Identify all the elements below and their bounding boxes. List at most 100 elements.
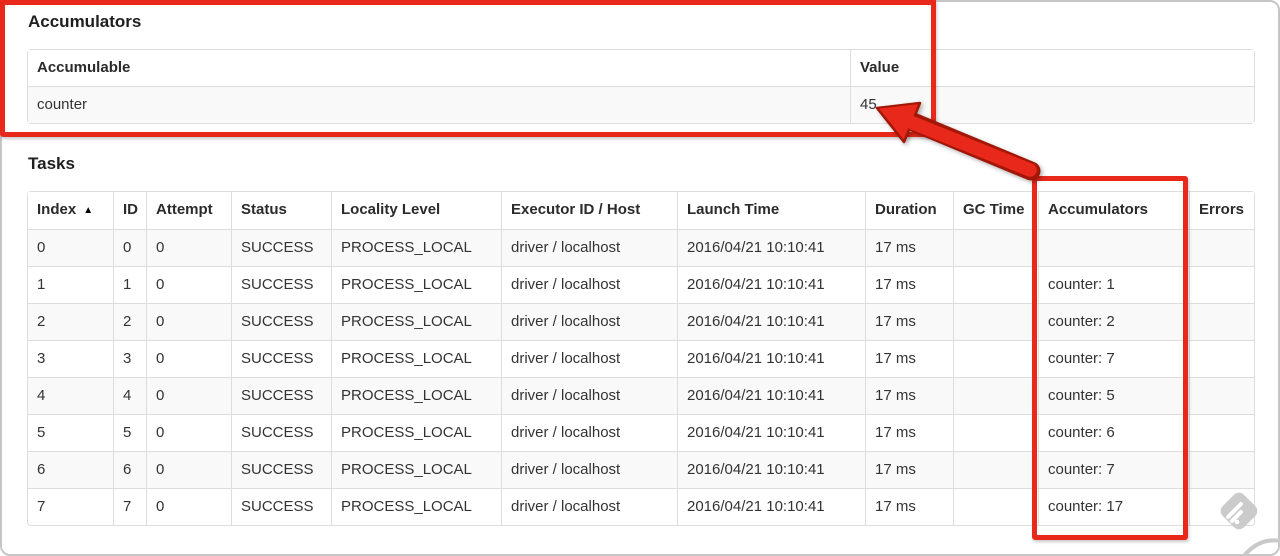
cell-attempt: 0 [146, 414, 231, 451]
cell-accumulators: counter: 7 [1038, 340, 1189, 377]
cell-errors [1189, 377, 1254, 414]
cell-duration: 17 ms [865, 377, 953, 414]
cell-duration: 17 ms [865, 340, 953, 377]
column-header-duration[interactable]: Duration [865, 192, 953, 229]
cell-status: SUCCESS [231, 451, 331, 488]
cell-attempt: 0 [146, 340, 231, 377]
cell-launch-time: 2016/04/21 10:10:41 [677, 414, 865, 451]
column-header-locality-level[interactable]: Locality Level [331, 192, 501, 229]
cell-attempt: 0 [146, 303, 231, 340]
cell-executor-id-host: driver / localhost [501, 488, 677, 525]
cell-id: 3 [113, 340, 146, 377]
cell-errors [1189, 414, 1254, 451]
spark-ui-stage-page: Accumulators Accumulable Value counter 45 … [0, 0, 1280, 556]
column-header-executor-id-host[interactable]: Executor ID / Host [501, 192, 677, 229]
cell-status: SUCCESS [231, 377, 331, 414]
column-header-errors[interactable]: Errors [1189, 192, 1254, 229]
column-header-status[interactable]: Status [231, 192, 331, 229]
cell-gc-time [953, 488, 1038, 525]
cell-gc-time [953, 266, 1038, 303]
cell-executor-id-host: driver / localhost [501, 340, 677, 377]
cell-executor-id-host: driver / localhost [501, 303, 677, 340]
table-row: 3 3 0 SUCCESS PROCESS_LOCAL driver / localhos… [28, 340, 1254, 377]
cell-locality-level: PROCESS_LOCAL [331, 414, 501, 451]
cell-launch-time: 2016/04/21 10:10:41 [677, 488, 865, 525]
cell-locality-level: PROCESS_LOCAL [331, 303, 501, 340]
cell-id: 0 [113, 229, 146, 266]
cell-gc-time [953, 377, 1038, 414]
cell-duration: 17 ms [865, 488, 953, 525]
column-header-accumulators[interactable]: Accumulators [1038, 192, 1189, 229]
column-header-launch-time[interactable]: Launch Time [677, 192, 865, 229]
sort-ascending-icon: ▲ [83, 205, 94, 216]
table-row: 2 2 0 SUCCESS PROCESS_LOCAL driver / localhos… [28, 303, 1254, 340]
cell-status: SUCCESS [231, 229, 331, 266]
cell-index: 0 [28, 229, 113, 266]
tasks-section-title: Tasks [28, 154, 75, 173]
cell-index: 6 [28, 451, 113, 488]
cell-status: SUCCESS [231, 266, 331, 303]
column-header-id[interactable]: ID [113, 192, 146, 229]
cell-attempt: 0 [146, 377, 231, 414]
cell-attempt: 0 [146, 266, 231, 303]
cell-status: SUCCESS [231, 340, 331, 377]
cell-status: SUCCESS [231, 303, 331, 340]
cell-executor-id-host: driver / localhost [501, 414, 677, 451]
table-row: 6 6 0 SUCCESS PROCESS_LOCAL driver / localhos… [28, 451, 1254, 488]
column-header-index[interactable]: Index ▲ [28, 192, 113, 229]
column-header-gc-time[interactable]: GC Time [953, 192, 1038, 229]
cell-gc-time [953, 451, 1038, 488]
cell-status: SUCCESS [231, 488, 331, 525]
cell-index: 7 [28, 488, 113, 525]
cell-launch-time: 2016/04/21 10:10:41 [677, 377, 865, 414]
table-row: 7 7 0 SUCCESS PROCESS_LOCAL driver / localhos… [28, 488, 1254, 525]
accumulators-table: Accumulable Value counter 45 [27, 49, 1255, 124]
cell-index: 4 [28, 377, 113, 414]
tasks-header-row: Index ▲ ID Attempt Status Locality Level Execu… [28, 192, 1254, 229]
column-header-accumulable: Accumulable [28, 50, 850, 86]
accumulators-header-row: Accumulable Value [28, 50, 1254, 86]
cell-locality-level: PROCESS_LOCAL [331, 451, 501, 488]
cell-id: 6 [113, 451, 146, 488]
tasks-table: Index ▲ ID Attempt Status Locality Level Execu… [27, 191, 1255, 526]
cell-index: 5 [28, 414, 113, 451]
cell-duration: 17 ms [865, 414, 953, 451]
cell-executor-id-host: driver / localhost [501, 451, 677, 488]
cell-status: SUCCESS [231, 414, 331, 451]
cell-gc-time [953, 340, 1038, 377]
cell-accumulators: counter: 2 [1038, 303, 1189, 340]
cell-locality-level: PROCESS_LOCAL [331, 266, 501, 303]
cell-locality-level: PROCESS_LOCAL [331, 229, 501, 266]
cell-attempt: 0 [146, 451, 231, 488]
cell-locality-level: PROCESS_LOCAL [331, 488, 501, 525]
cell-id: 7 [113, 488, 146, 525]
cell-executor-id-host: driver / localhost [501, 229, 677, 266]
column-header-attempt[interactable]: Attempt [146, 192, 231, 229]
cell-gc-time [953, 414, 1038, 451]
cell-id: 1 [113, 266, 146, 303]
table-row: counter 45 [28, 86, 1254, 123]
table-row: 5 5 0 SUCCESS PROCESS_LOCAL driver / localhos… [28, 414, 1254, 451]
cell-launch-time: 2016/04/21 10:10:41 [677, 340, 865, 377]
cell-gc-time [953, 303, 1038, 340]
cell-errors [1189, 229, 1254, 266]
cell-errors [1189, 451, 1254, 488]
cell-accumulators: counter: 17 [1038, 488, 1189, 525]
column-header-value: Value [850, 50, 1254, 86]
cell-accumulators: counter: 6 [1038, 414, 1189, 451]
table-row: 4 4 0 SUCCESS PROCESS_LOCAL driver / localhos… [28, 377, 1254, 414]
cell-launch-time: 2016/04/21 10:10:41 [677, 451, 865, 488]
cell-gc-time [953, 229, 1038, 266]
cell-duration: 17 ms [865, 303, 953, 340]
accumulators-section-title: Accumulators [28, 12, 142, 31]
cell-errors [1189, 266, 1254, 303]
cell-executor-id-host: driver / localhost [501, 377, 677, 414]
cell-locality-level: PROCESS_LOCAL [331, 340, 501, 377]
cell-launch-time: 2016/04/21 10:10:41 [677, 266, 865, 303]
table-row: 0 0 0 SUCCESS PROCESS_LOCAL driver / localhos… [28, 229, 1254, 266]
cell-attempt: 0 [146, 229, 231, 266]
cell-duration: 17 ms [865, 229, 953, 266]
cell-index: 1 [28, 266, 113, 303]
cell-index: 2 [28, 303, 113, 340]
cell-errors [1189, 303, 1254, 340]
